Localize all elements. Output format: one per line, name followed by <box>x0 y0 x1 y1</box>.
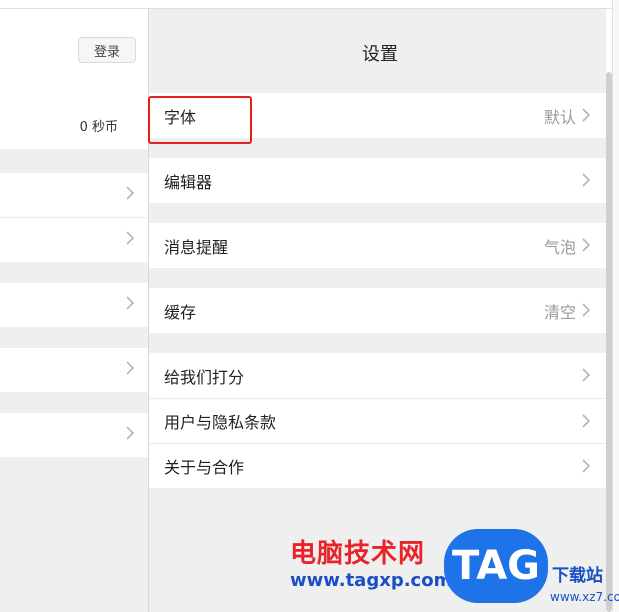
settings-title: 设置 <box>362 44 398 65</box>
left-menu-item-1[interactable] <box>0 173 148 217</box>
watermark-url: www.tagxp.com <box>290 570 453 591</box>
watermark-side-text: 下载站 <box>552 566 603 586</box>
left-menu-item-4[interactable] <box>0 348 148 392</box>
chevron-right-icon <box>582 459 590 473</box>
setting-rate-us[interactable]: 给我们打分 <box>149 353 606 398</box>
chevron-right-icon <box>582 414 590 428</box>
setting-value: 气泡 <box>543 237 576 257</box>
settings-group-about: 给我们打分 用户与隐私条款 关于与合作 <box>149 353 606 488</box>
chevron-right-icon <box>126 296 134 310</box>
settings-group-notification: 消息提醒 气泡 <box>149 223 606 268</box>
left-menu-item-5[interactable] <box>0 413 148 457</box>
chevron-right-icon <box>126 426 134 440</box>
chevron-right-icon <box>582 238 590 252</box>
left-panel: 登录 0 秒币 <box>0 9 148 612</box>
watermark-logo: TAG <box>444 529 548 603</box>
setting-label: 关于与合作 <box>164 458 245 477</box>
chevron-right-icon <box>582 368 590 382</box>
setting-label: 用户与隐私条款 <box>164 413 277 432</box>
setting-cache[interactable]: 缓存 清空 <box>149 288 606 333</box>
setting-privacy-terms[interactable]: 用户与隐私条款 <box>149 398 606 443</box>
chevron-right-icon <box>126 231 134 245</box>
settings-group-cache: 缓存 清空 <box>149 288 606 333</box>
chevron-right-icon <box>126 186 134 200</box>
left-menu-item-2[interactable] <box>0 218 148 262</box>
setting-label: 缓存 <box>164 302 197 322</box>
coin-balance: 0 秒币 <box>79 120 118 135</box>
settings-group-editor: 编辑器 <box>149 158 606 203</box>
setting-about-cooperation[interactable]: 关于与合作 <box>149 443 606 488</box>
setting-label: 字体 <box>164 107 197 127</box>
chevron-right-icon <box>582 173 590 187</box>
setting-value: 清空 <box>543 302 576 322</box>
setting-notification[interactable]: 消息提醒 气泡 <box>149 223 606 268</box>
left-menu-item-3[interactable] <box>0 283 148 327</box>
watermark-site: www.xz7.com <box>550 590 619 604</box>
window-right-edge <box>612 0 619 612</box>
setting-editor[interactable]: 编辑器 <box>149 158 606 203</box>
account-header: 登录 0 秒币 <box>0 9 148 149</box>
setting-label: 给我们打分 <box>164 367 245 387</box>
watermark-cn-text: 电脑技术网 <box>290 539 426 569</box>
setting-value: 默认 <box>543 107 576 127</box>
setting-font[interactable]: 字体 默认 <box>149 93 606 138</box>
login-button[interactable]: 登录 <box>78 37 136 63</box>
settings-group-font: 字体 默认 <box>149 93 606 138</box>
chevron-right-icon <box>126 361 134 375</box>
settings-panel: 设置 字体 默认 编辑器 消息提醒 气泡 缓存 清空 给我们打分 用户与隐私条款… <box>149 9 606 612</box>
setting-label: 编辑器 <box>164 172 213 192</box>
setting-label: 消息提醒 <box>164 237 229 257</box>
chevron-right-icon <box>582 108 590 122</box>
window-top-strip <box>0 0 619 8</box>
chevron-right-icon <box>582 303 590 317</box>
